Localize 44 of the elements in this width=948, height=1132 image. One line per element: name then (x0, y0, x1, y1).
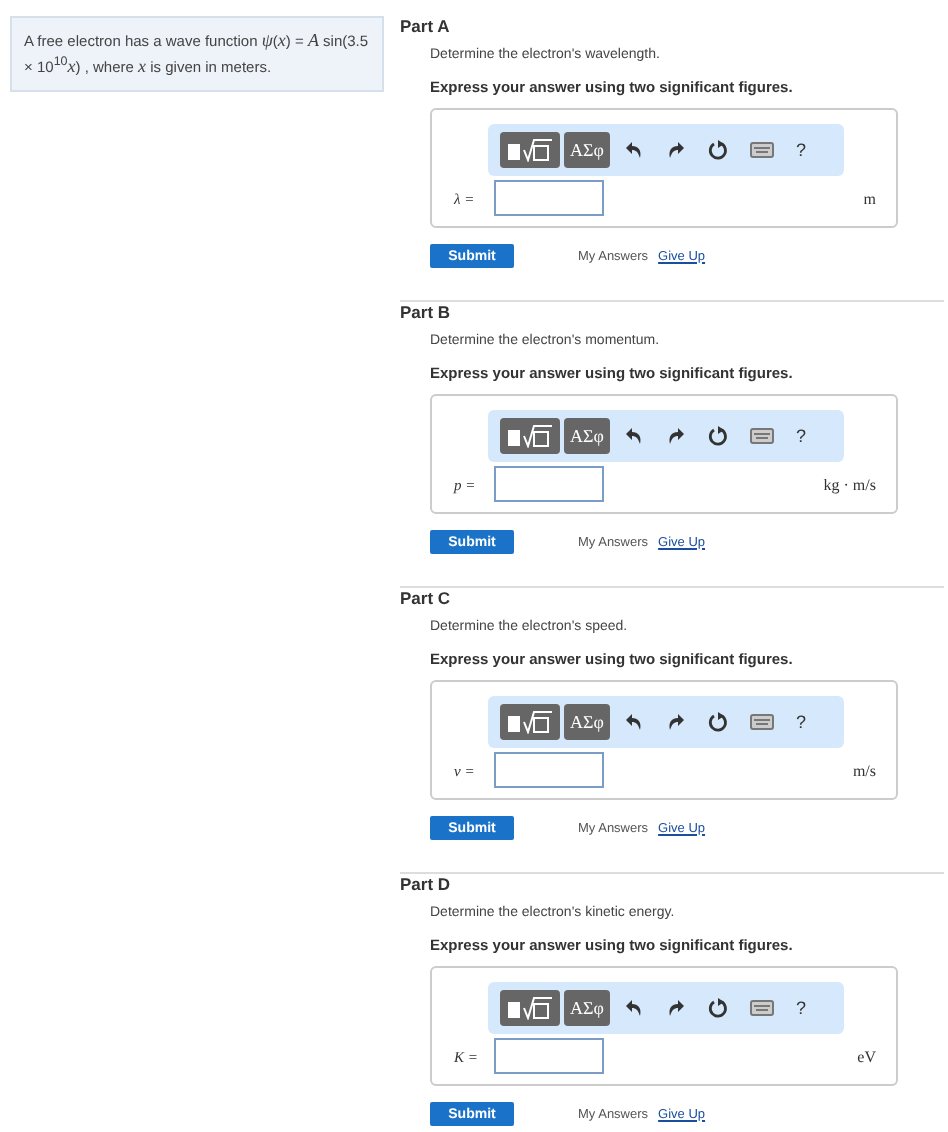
redo-icon[interactable] (665, 426, 686, 446)
template-icon (506, 710, 554, 734)
reset-icon[interactable] (707, 712, 728, 732)
symbols-button[interactable]: ΑΣφ (564, 704, 610, 740)
redo-icon[interactable] (665, 140, 686, 160)
template-button[interactable] (500, 418, 560, 454)
unit-label: kg · m/s (823, 475, 876, 493)
keyboard-icon[interactable] (749, 428, 774, 444)
part-heading: Part A (400, 16, 452, 36)
template-icon (506, 996, 554, 1020)
template-icon (506, 138, 554, 162)
undo-icon[interactable] (623, 998, 644, 1018)
part-heading: Part B (400, 302, 453, 322)
symbols-button[interactable]: ΑΣφ (564, 418, 610, 454)
template-button[interactable] (500, 704, 560, 740)
keyboard-icon[interactable] (749, 1000, 774, 1016)
reset-icon[interactable] (707, 140, 728, 160)
unit-label: eV (857, 1047, 876, 1065)
unit-label: m (863, 189, 876, 207)
symbols-button[interactable]: ΑΣφ (564, 990, 610, 1026)
help-button[interactable]: ? (795, 140, 806, 160)
answer-field[interactable] (494, 1038, 604, 1074)
redo-icon[interactable] (665, 998, 686, 1018)
reset-icon[interactable] (707, 426, 728, 446)
undo-icon[interactable] (623, 140, 644, 160)
undo-icon[interactable] (623, 712, 644, 732)
help-button[interactable]: ? (795, 426, 806, 446)
template-button[interactable] (500, 990, 560, 1026)
template-button[interactable] (500, 132, 560, 168)
help-button[interactable]: ? (795, 712, 806, 732)
redo-icon[interactable] (665, 712, 686, 732)
part-heading: Part C (400, 588, 453, 608)
part-heading: Part D (400, 874, 453, 894)
undo-icon[interactable] (623, 426, 644, 446)
template-icon (506, 424, 554, 448)
answer-field[interactable] (494, 466, 604, 502)
answer-field[interactable] (494, 752, 604, 788)
keyboard-icon[interactable] (749, 142, 774, 158)
unit-label: m/s (852, 761, 876, 779)
help-button[interactable]: ? (795, 998, 806, 1018)
answer-field[interactable] (494, 180, 604, 216)
symbols-button[interactable]: ΑΣφ (564, 132, 610, 168)
reset-icon[interactable] (707, 998, 728, 1018)
keyboard-icon[interactable] (749, 714, 774, 730)
